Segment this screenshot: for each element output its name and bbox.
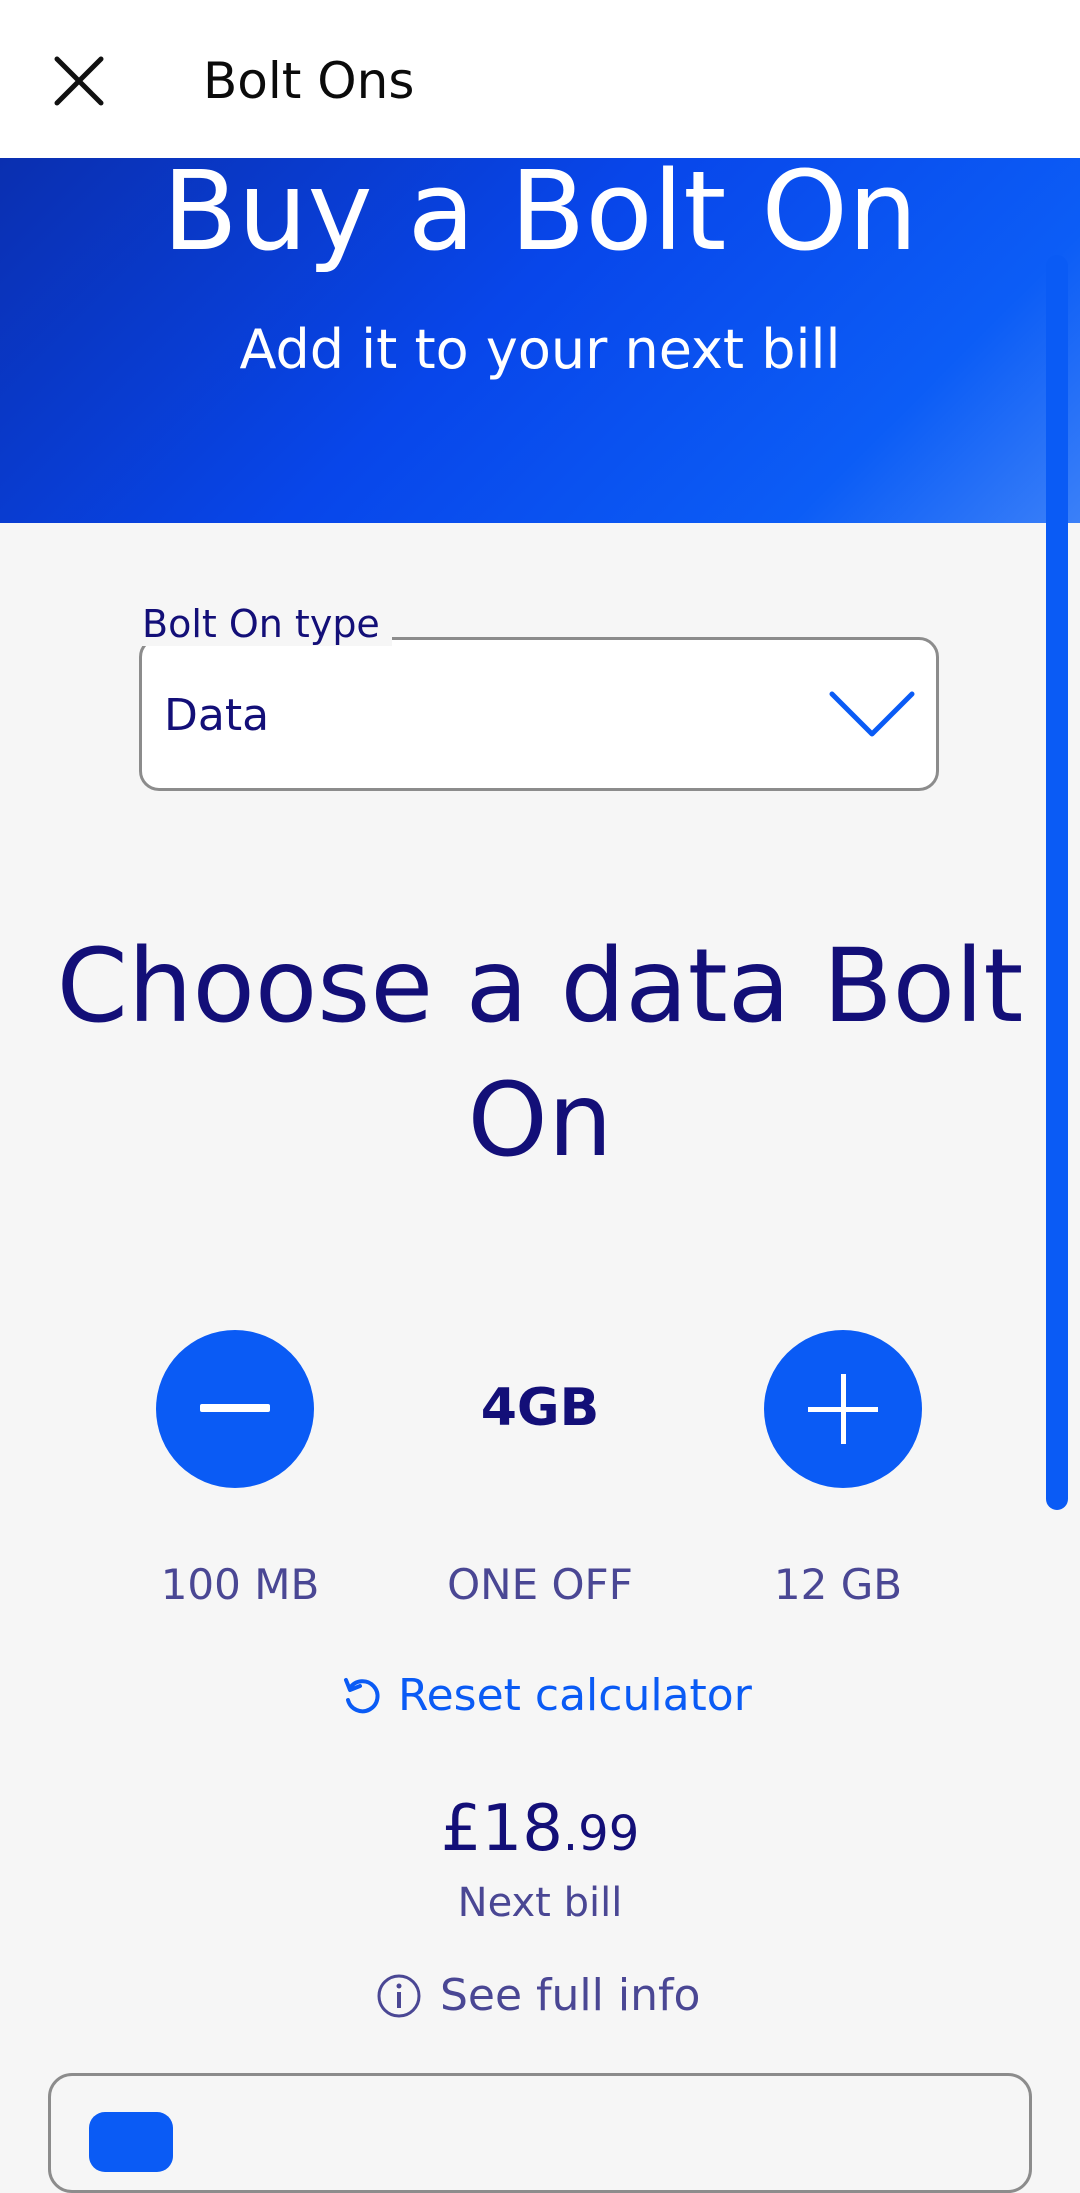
see-full-info-link[interactable]: See full info [376,1970,700,2021]
price-decimals: .99 [562,1806,640,1862]
checkbox[interactable] [89,2112,173,2172]
range-min-label: 100 MB [160,1560,320,1609]
range-max-label: 12 GB [773,1560,903,1609]
hero-banner: Buy a Bolt On Add it to your next bill [0,147,1080,523]
bolt-on-option-card[interactable] [48,2073,1032,2193]
see-full-info-label: See full info [440,1970,701,2021]
bolt-on-type-label: Bolt On type [130,602,392,646]
close-icon [54,56,104,106]
purchase-type-label: ONE OFF [447,1560,633,1609]
hero-title: Buy a Bolt On [162,147,918,275]
reset-calculator-label: Reset calculator [398,1670,752,1721]
chevron-down-icon [829,691,915,737]
increase-button[interactable] [764,1330,922,1488]
bolt-on-type-select[interactable]: Data [139,637,939,791]
scrollbar[interactable] [1046,255,1068,1510]
hero-subtitle: Add it to your next bill [239,318,841,381]
price-caption: Next bill [457,1880,623,1926]
section-heading: Choose a data Bolt On [56,927,1024,1180]
decrease-button[interactable] [156,1330,314,1488]
plus-icon [808,1374,878,1444]
data-amount-value: 4GB [480,1378,600,1438]
price-main: £18 [440,1792,563,1866]
reset-calculator-link[interactable]: Reset calculator [340,1670,752,1721]
price: £18.99 [0,1792,1080,1866]
bolt-on-type-value: Data [164,690,270,741]
refresh-icon [344,1677,380,1713]
info-icon [377,1974,421,2017]
minus-icon [200,1404,270,1412]
top-app-bar: Bolt Ons [0,0,1080,158]
close-button[interactable] [44,46,114,116]
page-title: Bolt Ons [203,52,415,110]
